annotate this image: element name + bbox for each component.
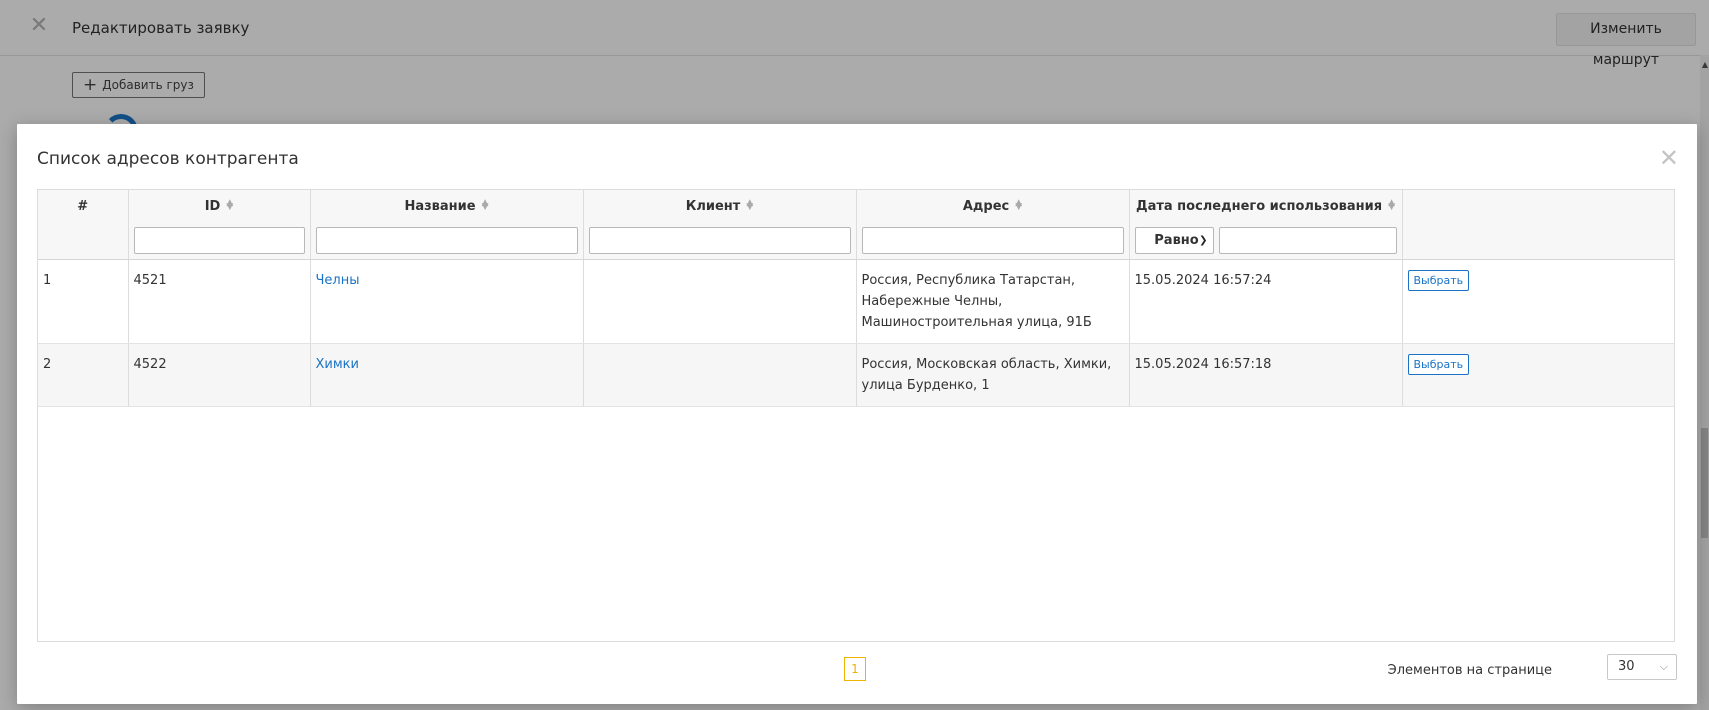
- chevron-down-icon: ⌵: [1659, 660, 1668, 673]
- row-client: [583, 343, 857, 407]
- filter-cell-address: [856, 222, 1130, 260]
- address-filter-input[interactable]: [861, 226, 1124, 254]
- column-header-name[interactable]: Название ▲ ▼: [310, 190, 584, 222]
- sort-icon[interactable]: ▲ ▼: [226, 198, 233, 211]
- column-header-number: #: [38, 190, 129, 222]
- row-address: Россия, Московская область, Химки, улица…: [856, 343, 1130, 407]
- modal-title: Список адресов контрагента: [37, 149, 299, 169]
- sort-icon[interactable]: ▲ ▼: [1388, 198, 1395, 211]
- column-header-address[interactable]: Адрес ▲ ▼: [856, 190, 1130, 222]
- table-row: 1 4521 Челны Россия, Республика Татарста…: [38, 259, 1674, 344]
- counterparty-addresses-modal: Список адресов контрагента ✕ # ID ▲ ▼ Назв…: [17, 124, 1697, 704]
- row-address: Россия, Республика Татарстан, Набережные…: [856, 259, 1130, 344]
- filter-cell-id: [128, 222, 311, 260]
- date-operator-select[interactable]: Равно ❯: [1134, 226, 1214, 254]
- row-last-used: 15.05.2024 16:57:18: [1129, 343, 1403, 407]
- date-filter: Равно ❯: [1134, 226, 1397, 254]
- page-size-label: Элементов на странице: [1387, 663, 1552, 678]
- close-icon[interactable]: ✕: [1659, 146, 1679, 170]
- sort-icon[interactable]: ▲ ▼: [746, 198, 753, 211]
- page-size-select[interactable]: 30 ⌵: [1607, 654, 1677, 680]
- filter-cell-client: [583, 222, 857, 260]
- date-filter-input[interactable]: [1218, 226, 1397, 254]
- sort-icon[interactable]: ▲ ▼: [482, 198, 489, 211]
- id-filter-input[interactable]: [133, 226, 305, 254]
- row-number: 2: [38, 343, 129, 407]
- sort-icon[interactable]: ▲ ▼: [1015, 198, 1022, 211]
- client-filter-input[interactable]: [588, 226, 851, 254]
- row-name-cell: Челны: [310, 259, 584, 344]
- column-header-last-used[interactable]: Дата последнего использования ▲ ▼: [1129, 190, 1403, 222]
- name-filter-input[interactable]: [315, 226, 578, 254]
- addresses-table: # ID ▲ ▼ Название ▲ ▼ Клиент ▲ ▼ Адрес ▲ ▼ Дата …: [38, 190, 1674, 407]
- row-actions: Выбрать: [1402, 343, 1674, 407]
- column-header-actions: [1402, 190, 1674, 222]
- row-name-link[interactable]: Химки: [316, 357, 359, 372]
- row-actions: Выбрать: [1402, 259, 1674, 344]
- row-number: 1: [38, 259, 129, 344]
- row-name-cell: Химки: [310, 343, 584, 407]
- filter-cell-name: [310, 222, 584, 260]
- chevron-down-icon: ❯: [1199, 234, 1208, 246]
- filter-cell-actions: [1402, 222, 1674, 260]
- pagination-page-1[interactable]: 1: [844, 657, 866, 681]
- row-id: 4521: [128, 259, 311, 344]
- filter-cell-number: [38, 222, 129, 260]
- table-row: 2 4522 Химки Россия, Московская область,…: [38, 343, 1674, 407]
- filter-cell-last-used: Равно ❯: [1129, 222, 1403, 260]
- select-button[interactable]: Выбрать: [1407, 269, 1470, 291]
- row-name-link[interactable]: Челны: [316, 273, 360, 288]
- select-button[interactable]: Выбрать: [1407, 353, 1470, 375]
- addresses-grid: # ID ▲ ▼ Название ▲ ▼ Клиент ▲ ▼ Адрес ▲ ▼ Дата …: [37, 189, 1675, 642]
- row-client: [583, 259, 857, 344]
- column-header-id[interactable]: ID ▲ ▼: [128, 190, 311, 222]
- column-header-client[interactable]: Клиент ▲ ▼: [583, 190, 857, 222]
- row-last-used: 15.05.2024 16:57:24: [1129, 259, 1403, 344]
- row-id: 4522: [128, 343, 311, 407]
